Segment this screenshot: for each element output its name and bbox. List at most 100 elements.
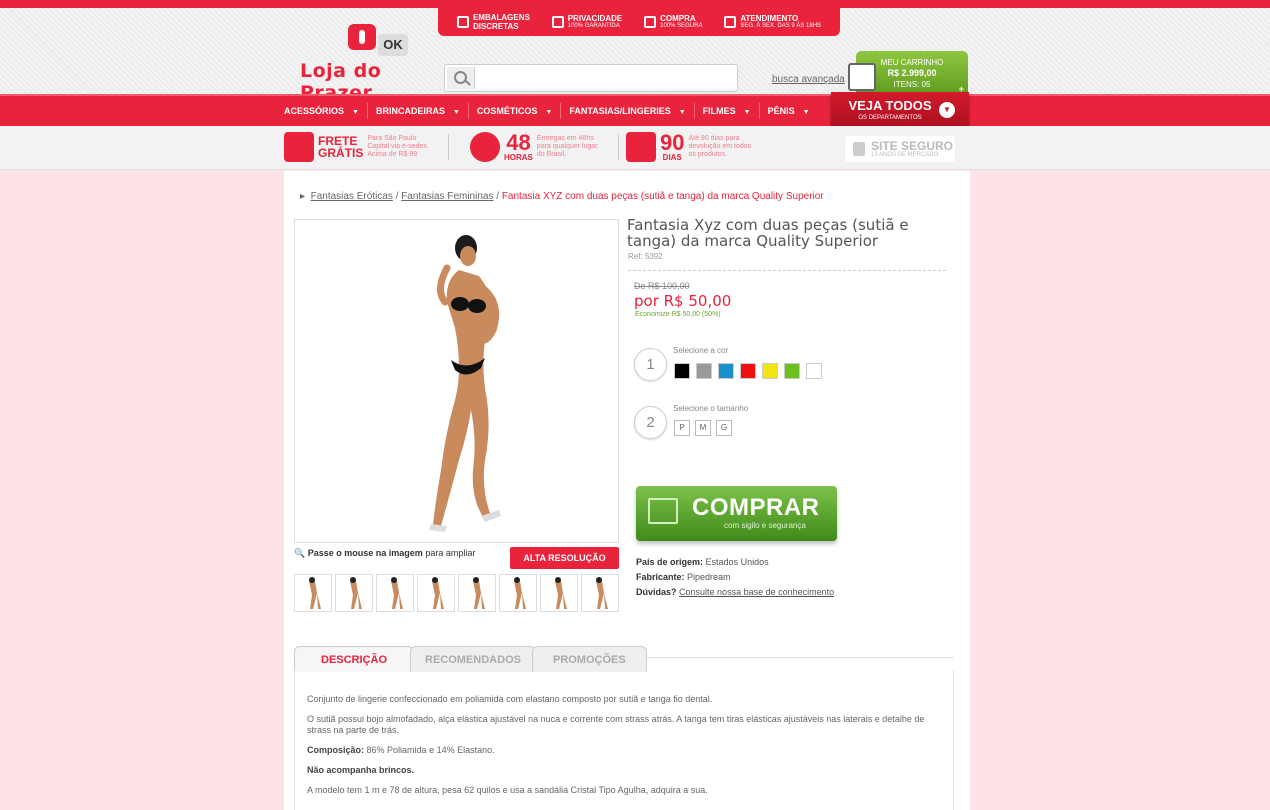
trust-sub: 100% SEGURA [660,23,703,29]
origin-label: País de origem: [636,557,704,567]
nav-label: FILMES [702,106,736,116]
nav-item-fantasias[interactable]: FANTASIAS/LINGERIES ▼ [561,103,695,119]
nav-label: BRINCADEIRAS [375,106,445,116]
color-swatches [674,363,822,379]
size-label: Selecione o tamanho [673,404,749,413]
size-option-m[interactable]: M [695,420,711,436]
trust-title: COMPRA [660,14,696,23]
size-option-g[interactable]: G [716,420,732,436]
knowledge-base-link[interactable]: Consulte nossa base de conhecimento [679,587,834,597]
benefit-unit: DIAS [662,152,682,162]
benefit-text: Para São Paulo Capital via e-sedex. Acim… [367,135,429,158]
breadcrumb-current: Fantasia XYZ com duas peças (sutiã e tan… [501,191,824,202]
main-nav: ACESSÓRIOS ▼ BRINCADEIRAS ▼ COSMÉTICOS ▼ FA… [0,94,1270,126]
product-title: Fantasia Xyz com duas peças (sutiã e tan… [627,216,909,250]
trust-title: EMBALAGENS [472,13,530,22]
advanced-search-link[interactable]: busca avançada [772,74,845,85]
nav-item-cosmeticos[interactable]: COSMÉTICOS ▼ [469,103,562,119]
trust-packaging: EMBALAGENS DISCRETAS [456,13,530,31]
box-icon [456,16,469,28]
color-swatch-red[interactable] [740,363,756,379]
trust-sub: DISCRETAS [472,22,519,31]
color-swatch-blue[interactable] [718,363,734,379]
breadcrumb: ▸ Fantasias Eróticas / Fantasias Feminin… [300,191,824,202]
nav-label: PÊNIS [767,106,795,116]
chevron-down-icon: ▼ [678,109,686,116]
secure-site-badge: SITE SEGURO 13 ANOS DE MERCADO [845,136,955,162]
nav-item-acessorios[interactable]: ACESSÓRIOS ▼ [284,103,368,119]
breadcrumb-separator: / [395,191,399,202]
product-page: ▸ Fantasias Eróticas / Fantasias Feminin… [284,171,970,810]
buy-button[interactable]: COMPRAR com sigilo e segurança [636,486,837,541]
description-paragraph: O sutiã possui bojo almofadado, alça elá… [307,714,925,735]
buy-subtitle: com sigilo e segurança [724,521,806,530]
cart-widget[interactable]: MEU CARRINHO R$ 2.999,00 ITENS: 05 + [848,51,968,97]
nav-item-filmes[interactable]: FILMES ▼ [695,103,760,119]
search-input[interactable] [479,68,733,88]
thumbnail[interactable] [581,574,619,612]
phone-icon [724,16,737,28]
thumbnail[interactable] [335,574,373,612]
composition-row: Composição: 86% Poliamida e 14% Elastano… [307,745,941,756]
logo[interactable]: OK Loja do Prazer [300,22,430,104]
description-note: Não acompanha brincos. [307,765,941,776]
maker-value: Pipedream [687,572,731,582]
step-2-badge: 2 [634,406,667,439]
nav-item-penis[interactable]: PÊNIS ▼ [760,103,818,119]
tab-descricao[interactable]: DESCRIÇÃO [294,646,415,672]
current-price: por R$ 50,00 [634,292,732,310]
breadcrumb-link[interactable]: Fantasias Femininas [401,191,493,202]
chevron-down-icon: ▼ [743,109,751,116]
benefit-text: Entregas em 48hs para qualquer lugar do … [536,135,598,158]
breadcrumb-link[interactable]: Fantasias Eróticas [311,191,393,202]
size-option-p[interactable]: P [674,420,690,436]
tab-recomendados[interactable]: RECOMENDADOS [410,646,536,672]
tab-promocoes[interactable]: PROMOÇÕES [531,646,647,672]
composition-value: 86% Poliamida e 14% Elastano. [366,745,495,755]
color-swatch-green[interactable] [784,363,800,379]
thumbnail[interactable] [458,574,496,612]
chevron-down-icon: ▼ [352,109,359,116]
trust-sub: 100% GARANTIDA [567,23,620,29]
color-label: Selecione a cor [673,346,729,355]
trust-bar: EMBALAGENS DISCRETAS PRIVACIDADE 100% GARA… [438,8,840,36]
nav-label: ACESSÓRIOS [284,106,345,116]
trust-support: ATENDIMENTO SEG. À SEX. DAS 9 ÀS 18HS [724,14,821,30]
chevron-down-icon: ▼ [545,109,553,116]
shield-icon [644,16,657,28]
thumbnail[interactable] [417,574,455,612]
thumbnail[interactable] [499,574,537,612]
description-paragraph: Conjunto de lingerie confeccionado em po… [307,694,713,704]
cart-icon [848,63,876,91]
benefit-number: 48 [506,129,531,155]
secure-sub: 13 ANOS DE MERCADO [871,152,939,158]
top-strip [0,0,1270,8]
secure-title: SITE SEGURO [871,139,954,153]
lock-icon [551,16,564,28]
clock-icon [470,132,500,162]
nav-item-brincadeiras[interactable]: BRINCADEIRAS ▼ [368,103,469,119]
search-icon[interactable] [447,67,475,89]
color-swatch-white[interactable] [806,363,822,379]
benefit-number: 90 [660,129,685,155]
thumbnail[interactable] [376,574,414,612]
color-swatch-yellow[interactable] [762,363,778,379]
product-tabs: DESCRIÇÃO RECOMENDADOS PROMOÇÕES [294,646,647,672]
color-swatch-gray[interactable] [696,363,712,379]
old-price: De R$ 100,00 [634,281,690,291]
truck-icon [284,132,314,162]
trust-title: ATENDIMENTO [740,14,799,23]
product-image[interactable] [294,219,619,543]
color-swatch-black[interactable] [674,363,690,379]
chevron-down-icon: ▼ [802,109,810,116]
thumbnail[interactable] [294,574,332,612]
keyhole-icon [348,24,376,50]
trust-sub: SEG. À SEX. DAS 9 ÀS 18HS [740,23,822,29]
thumbnail[interactable] [540,574,578,612]
all-departments-button[interactable]: VEJA TODOS OS DEPARTAMENTOS ▼ [831,92,969,130]
lock-icon [853,142,865,156]
trust-title: PRIVACIDADE [567,14,623,23]
high-resolution-button[interactable]: ALTA RESOLUÇÃO [510,547,619,569]
benefit-48h: 48 HORAS Entregas em 48hs para qualquer … [470,129,619,162]
search-box [444,64,738,92]
